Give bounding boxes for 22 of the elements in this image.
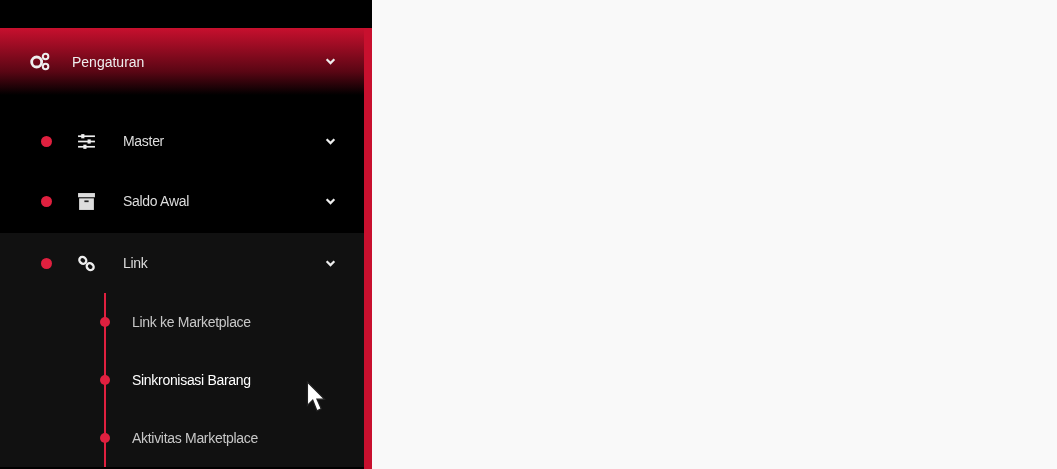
chevron-down-icon	[325, 196, 336, 206]
menu-item[interactable]: Master	[0, 111, 364, 171]
chevron-down-icon	[325, 258, 336, 268]
menu-item[interactable]: Saldo Awal	[0, 171, 364, 231]
chevron-down-icon	[325, 136, 336, 146]
chain-link-icon	[77, 253, 96, 273]
sliders-icon	[77, 131, 96, 151]
bullet-dot	[41, 257, 52, 269]
archive-icon	[77, 191, 96, 211]
bullet-dot	[41, 135, 52, 147]
menu-item[interactable]: Link	[0, 233, 364, 293]
submenu-item[interactable]: Aktivitas Marketplace	[0, 409, 364, 467]
chevron-down-icon	[325, 57, 336, 66]
bullet-dot	[100, 317, 110, 327]
bullet-dot	[100, 375, 110, 385]
bullet-dot	[41, 195, 52, 207]
cursor-icon	[306, 381, 328, 413]
bullet-dot	[100, 433, 110, 443]
submenu-item[interactable]: Link ke Marketplace	[0, 293, 364, 351]
section-header[interactable]: Pengaturan	[0, 28, 364, 95]
submenu-item[interactable]: Sinkronisasi Barang	[0, 351, 364, 409]
gears-icon	[30, 51, 50, 72]
